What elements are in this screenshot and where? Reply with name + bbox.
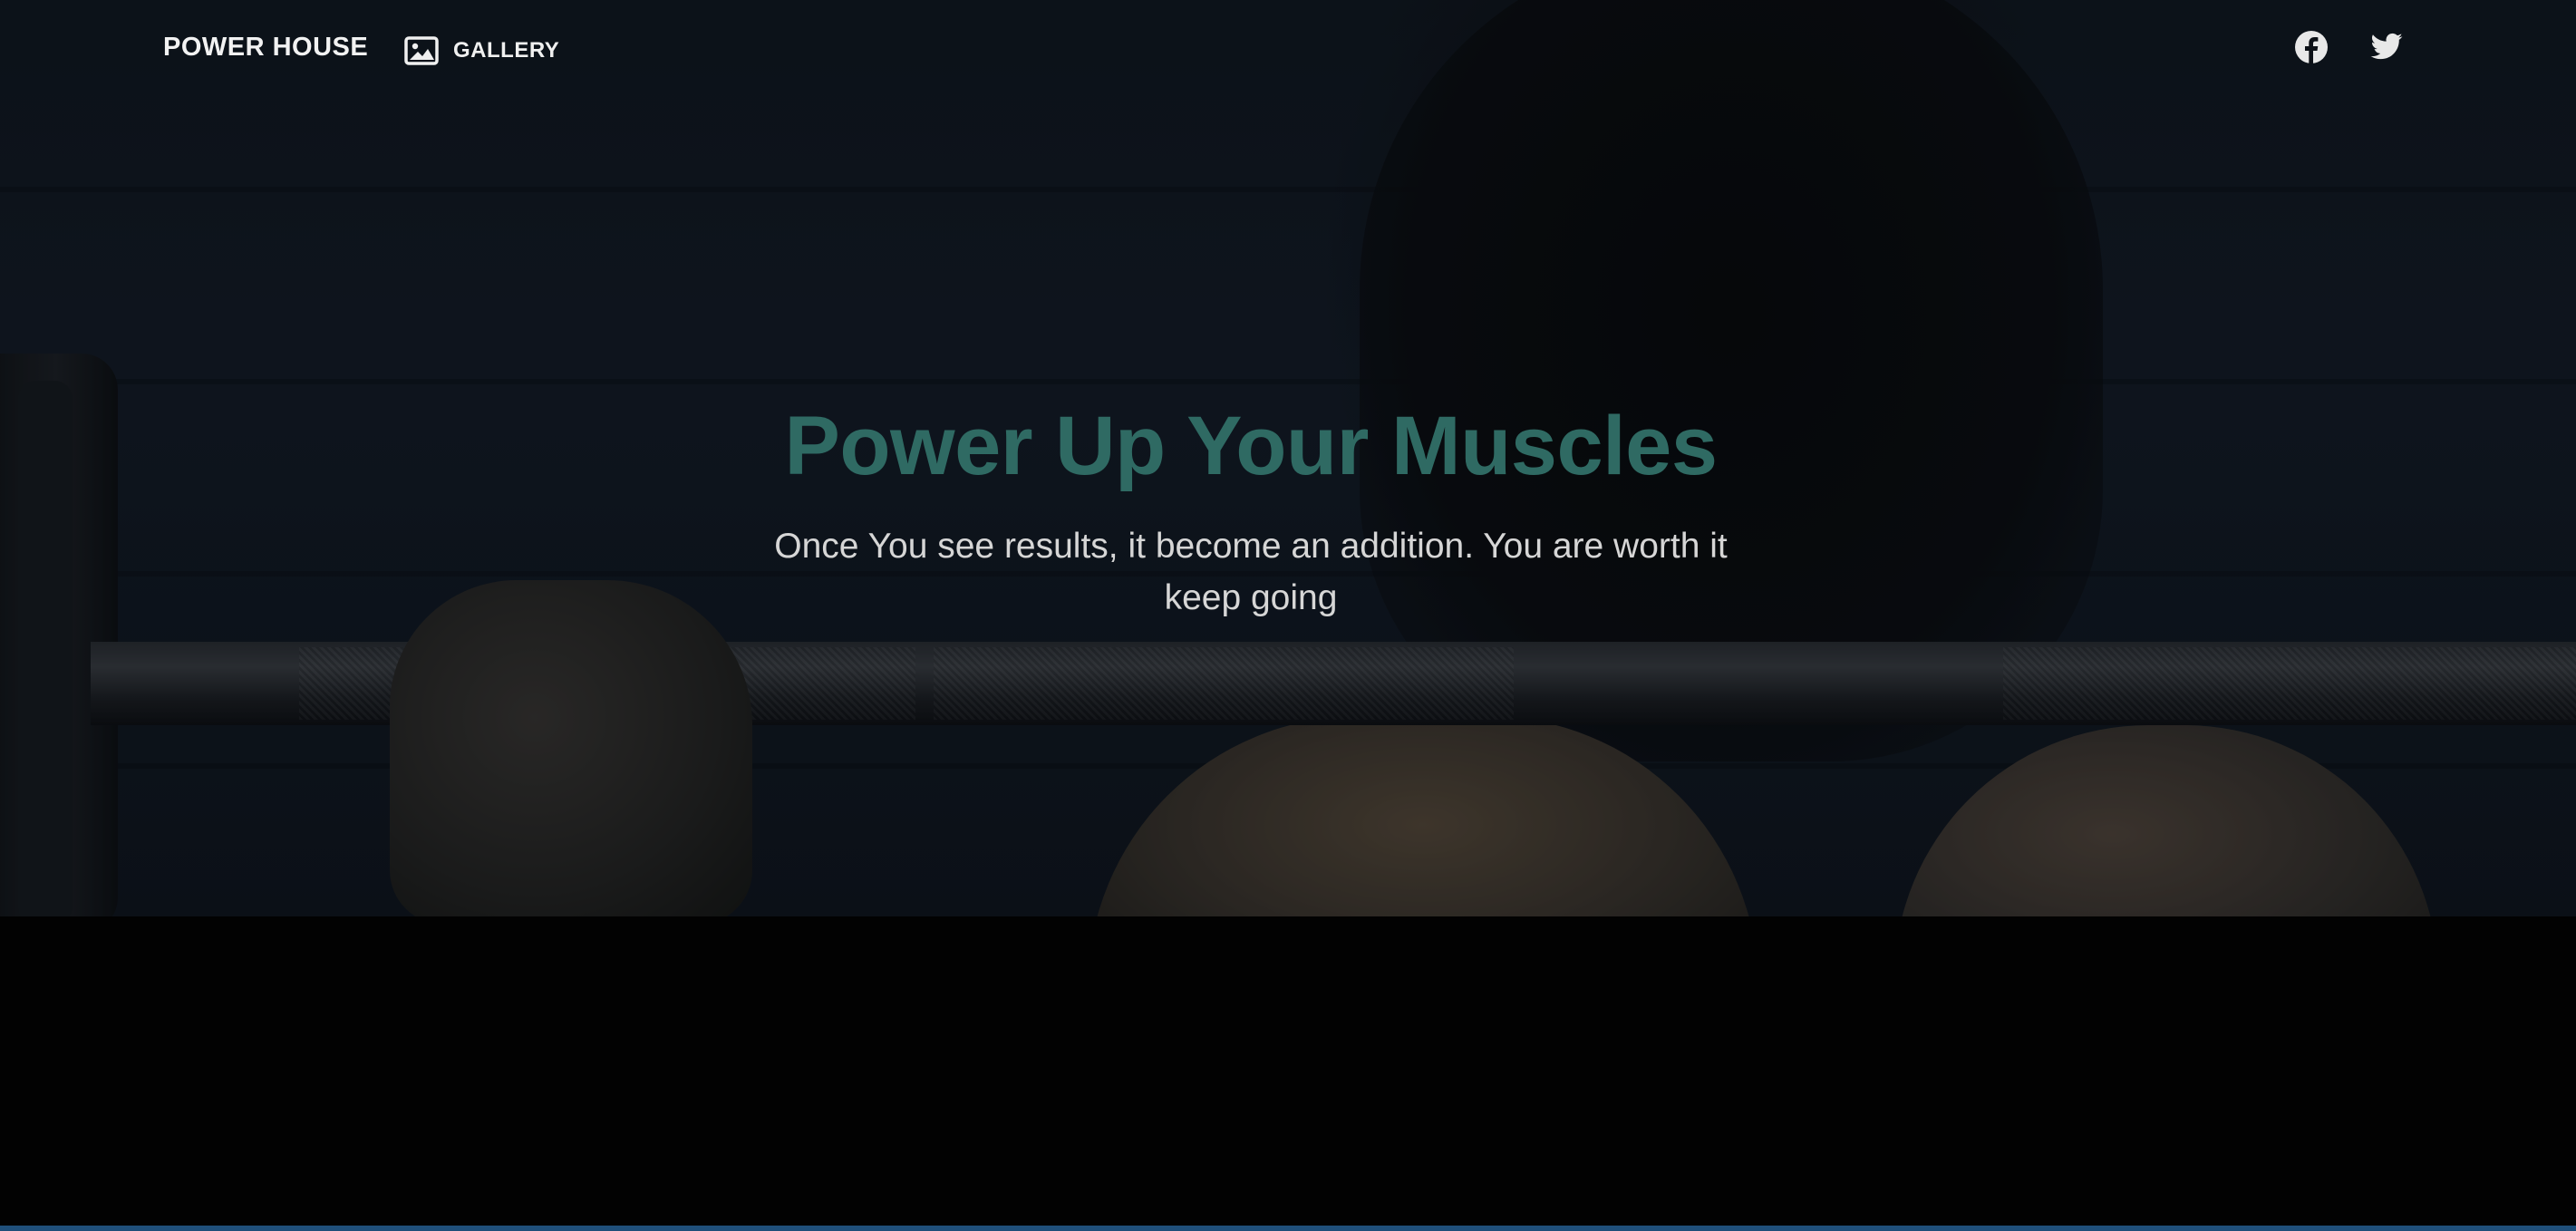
twitter-icon[interactable] [2369, 30, 2404, 64]
taskbar-strip [0, 1226, 2576, 1231]
hero-tagline: Once You see results, it become an addit… [774, 527, 1728, 617]
image-icon [404, 36, 439, 65]
facebook-icon[interactable] [2294, 30, 2329, 64]
hero-section: POWER HOUSE GALLERY Power Up Your Muscle… [0, 0, 2576, 916]
hero-headline: Power Up Your Muscles [784, 400, 1718, 492]
page: POWER HOUSE GALLERY Power Up Your Muscle… [0, 0, 2576, 1231]
top-navbar: POWER HOUSE GALLERY [0, 0, 2576, 100]
brand-link[interactable]: POWER HOUSE [163, 33, 368, 63]
nav-gallery-label: GALLERY [453, 38, 560, 63]
nav-gallery-link[interactable]: GALLERY [404, 33, 559, 69]
